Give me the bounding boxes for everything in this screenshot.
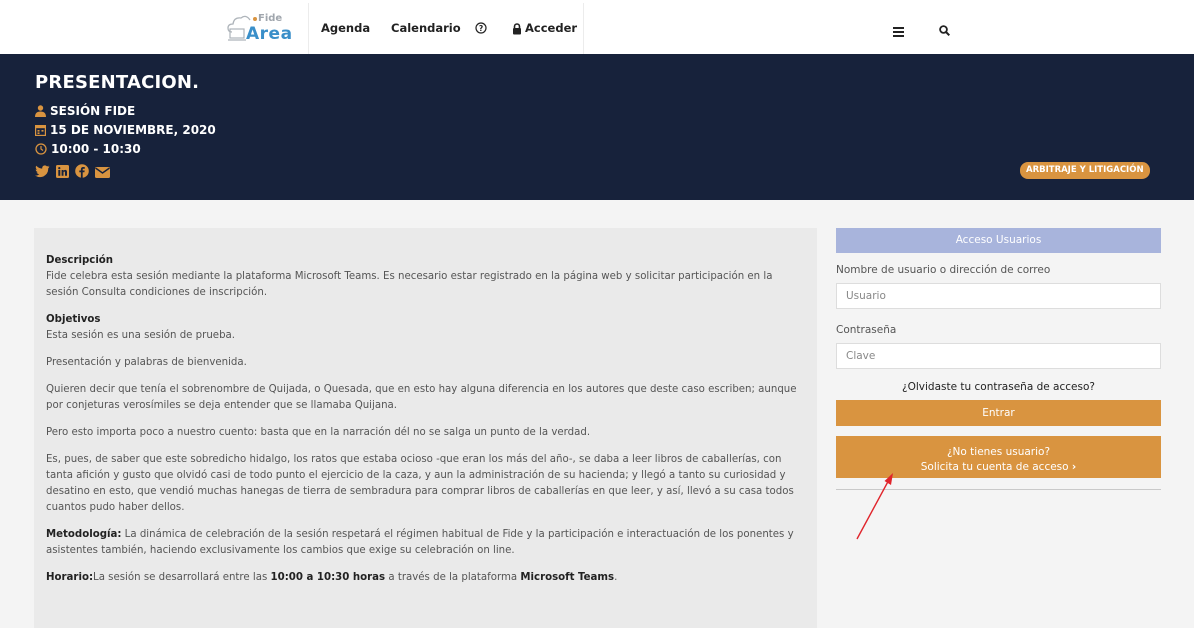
methodology-label: Metodología: xyxy=(46,529,122,540)
user-tie-icon xyxy=(35,105,46,117)
login-panel: Acceso Usuarios Nombre de usuario o dire… xyxy=(836,228,1161,490)
clock-icon xyxy=(35,143,47,155)
twitter-icon[interactable] xyxy=(35,163,50,182)
description-text: Fide celebra esta sesión mediante la pla… xyxy=(46,271,773,298)
menu-icon[interactable] xyxy=(893,22,904,41)
nav-divider xyxy=(583,3,584,54)
event-speaker: SESIÓN FIDE xyxy=(35,104,135,118)
paragraph: Es, pues, de saber que este sobredicho h… xyxy=(46,454,794,513)
nav-calendario[interactable]: Calendario xyxy=(391,21,461,35)
email-icon[interactable] xyxy=(95,163,110,182)
schedule-platform: Microsoft Teams xyxy=(520,572,615,583)
speaker-text: SESIÓN FIDE xyxy=(50,104,136,118)
help-circle-icon[interactable]: ? xyxy=(475,19,487,38)
login-header: Acceso Usuarios xyxy=(836,228,1161,253)
schedule-hours: 10:00 a 10:30 horas xyxy=(270,572,386,583)
register-line-2: Solicita tu cuenta de acceso xyxy=(920,461,1069,473)
methodology-paragraph: Metodología: La dinámica de celebración … xyxy=(46,527,805,559)
event-description: Descripción Fide celebra esta sesión med… xyxy=(34,228,817,628)
schedule-text: . xyxy=(614,572,618,583)
paragraph: Pero esto importa poco a nuestro cuento:… xyxy=(46,427,591,438)
date-text: 15 DE NOVIEMBRE, 2020 xyxy=(50,123,216,137)
event-hero: PRESENTACION. SESIÓN FIDE 15 DE NOVIEMBR… xyxy=(0,54,1194,200)
description-heading: Descripción xyxy=(46,255,114,266)
nav-divider xyxy=(308,3,309,54)
annotation-arrow-icon xyxy=(856,473,893,540)
paragraph: Quieren decir que tenía el sobrenombre d… xyxy=(46,384,797,411)
time-text: 10:00 - 10:30 xyxy=(51,142,141,156)
event-time: 10:00 - 10:30 xyxy=(35,142,141,156)
schedule-text: a través de la plataforma xyxy=(385,572,521,583)
password-label: Contraseña xyxy=(836,324,897,336)
forgot-password-link[interactable]: ¿Olvidaste tu contraseña de acceso? xyxy=(836,381,1161,393)
methodology-text: La dinámica de celebración de la sesión … xyxy=(46,529,794,556)
linkedin-icon[interactable] xyxy=(56,163,69,182)
svg-text:?: ? xyxy=(479,24,483,33)
schedule-label: Horario: xyxy=(46,572,94,583)
paragraph: Presentación y palabras de bienvenida. xyxy=(46,357,247,368)
register-line-1: ¿No tienes usuario? xyxy=(946,446,1051,458)
nav-agenda[interactable]: Agenda xyxy=(321,21,370,35)
username-label: Nombre de usuario o dirección de correo xyxy=(836,264,1051,276)
social-share-bar xyxy=(35,163,110,182)
password-input[interactable] xyxy=(836,343,1161,369)
site-logo[interactable]: Fide Area xyxy=(226,12,292,44)
event-title: PRESENTACION. xyxy=(35,72,200,93)
schedule-text: La sesión se desarrollará entre las xyxy=(93,572,271,583)
description-section: Descripción Fide celebra esta sesión med… xyxy=(46,253,805,301)
top-navigation: Fide Area Agenda Calendario ? Acceder xyxy=(0,0,1194,54)
chevron-right-icon: › xyxy=(1071,461,1077,473)
search-icon[interactable] xyxy=(939,21,951,40)
calendar-icon xyxy=(35,125,46,136)
schedule-paragraph: Horario:La sesión se desarrollará entre … xyxy=(46,570,805,586)
event-date: 15 DE NOVIEMBRE, 2020 xyxy=(35,123,216,137)
objectives-heading: Objetivos xyxy=(46,314,101,325)
category-badge[interactable]: ARBITRAJE Y LITIGACIÓN xyxy=(1020,162,1150,179)
objectives-text: Esta sesión es una sesión de prueba. xyxy=(46,330,236,341)
logo-area-text: Area xyxy=(246,24,293,44)
facebook-icon[interactable] xyxy=(75,163,89,182)
login-button[interactable]: Entrar xyxy=(836,400,1161,426)
nav-acceder[interactable]: Acceder xyxy=(525,21,577,35)
username-input[interactable] xyxy=(836,283,1161,309)
lock-icon xyxy=(512,20,522,39)
logo-fide-text: Fide xyxy=(258,13,283,24)
objectives-section: Objetivos Esta sesión es una sesión de p… xyxy=(46,312,805,344)
